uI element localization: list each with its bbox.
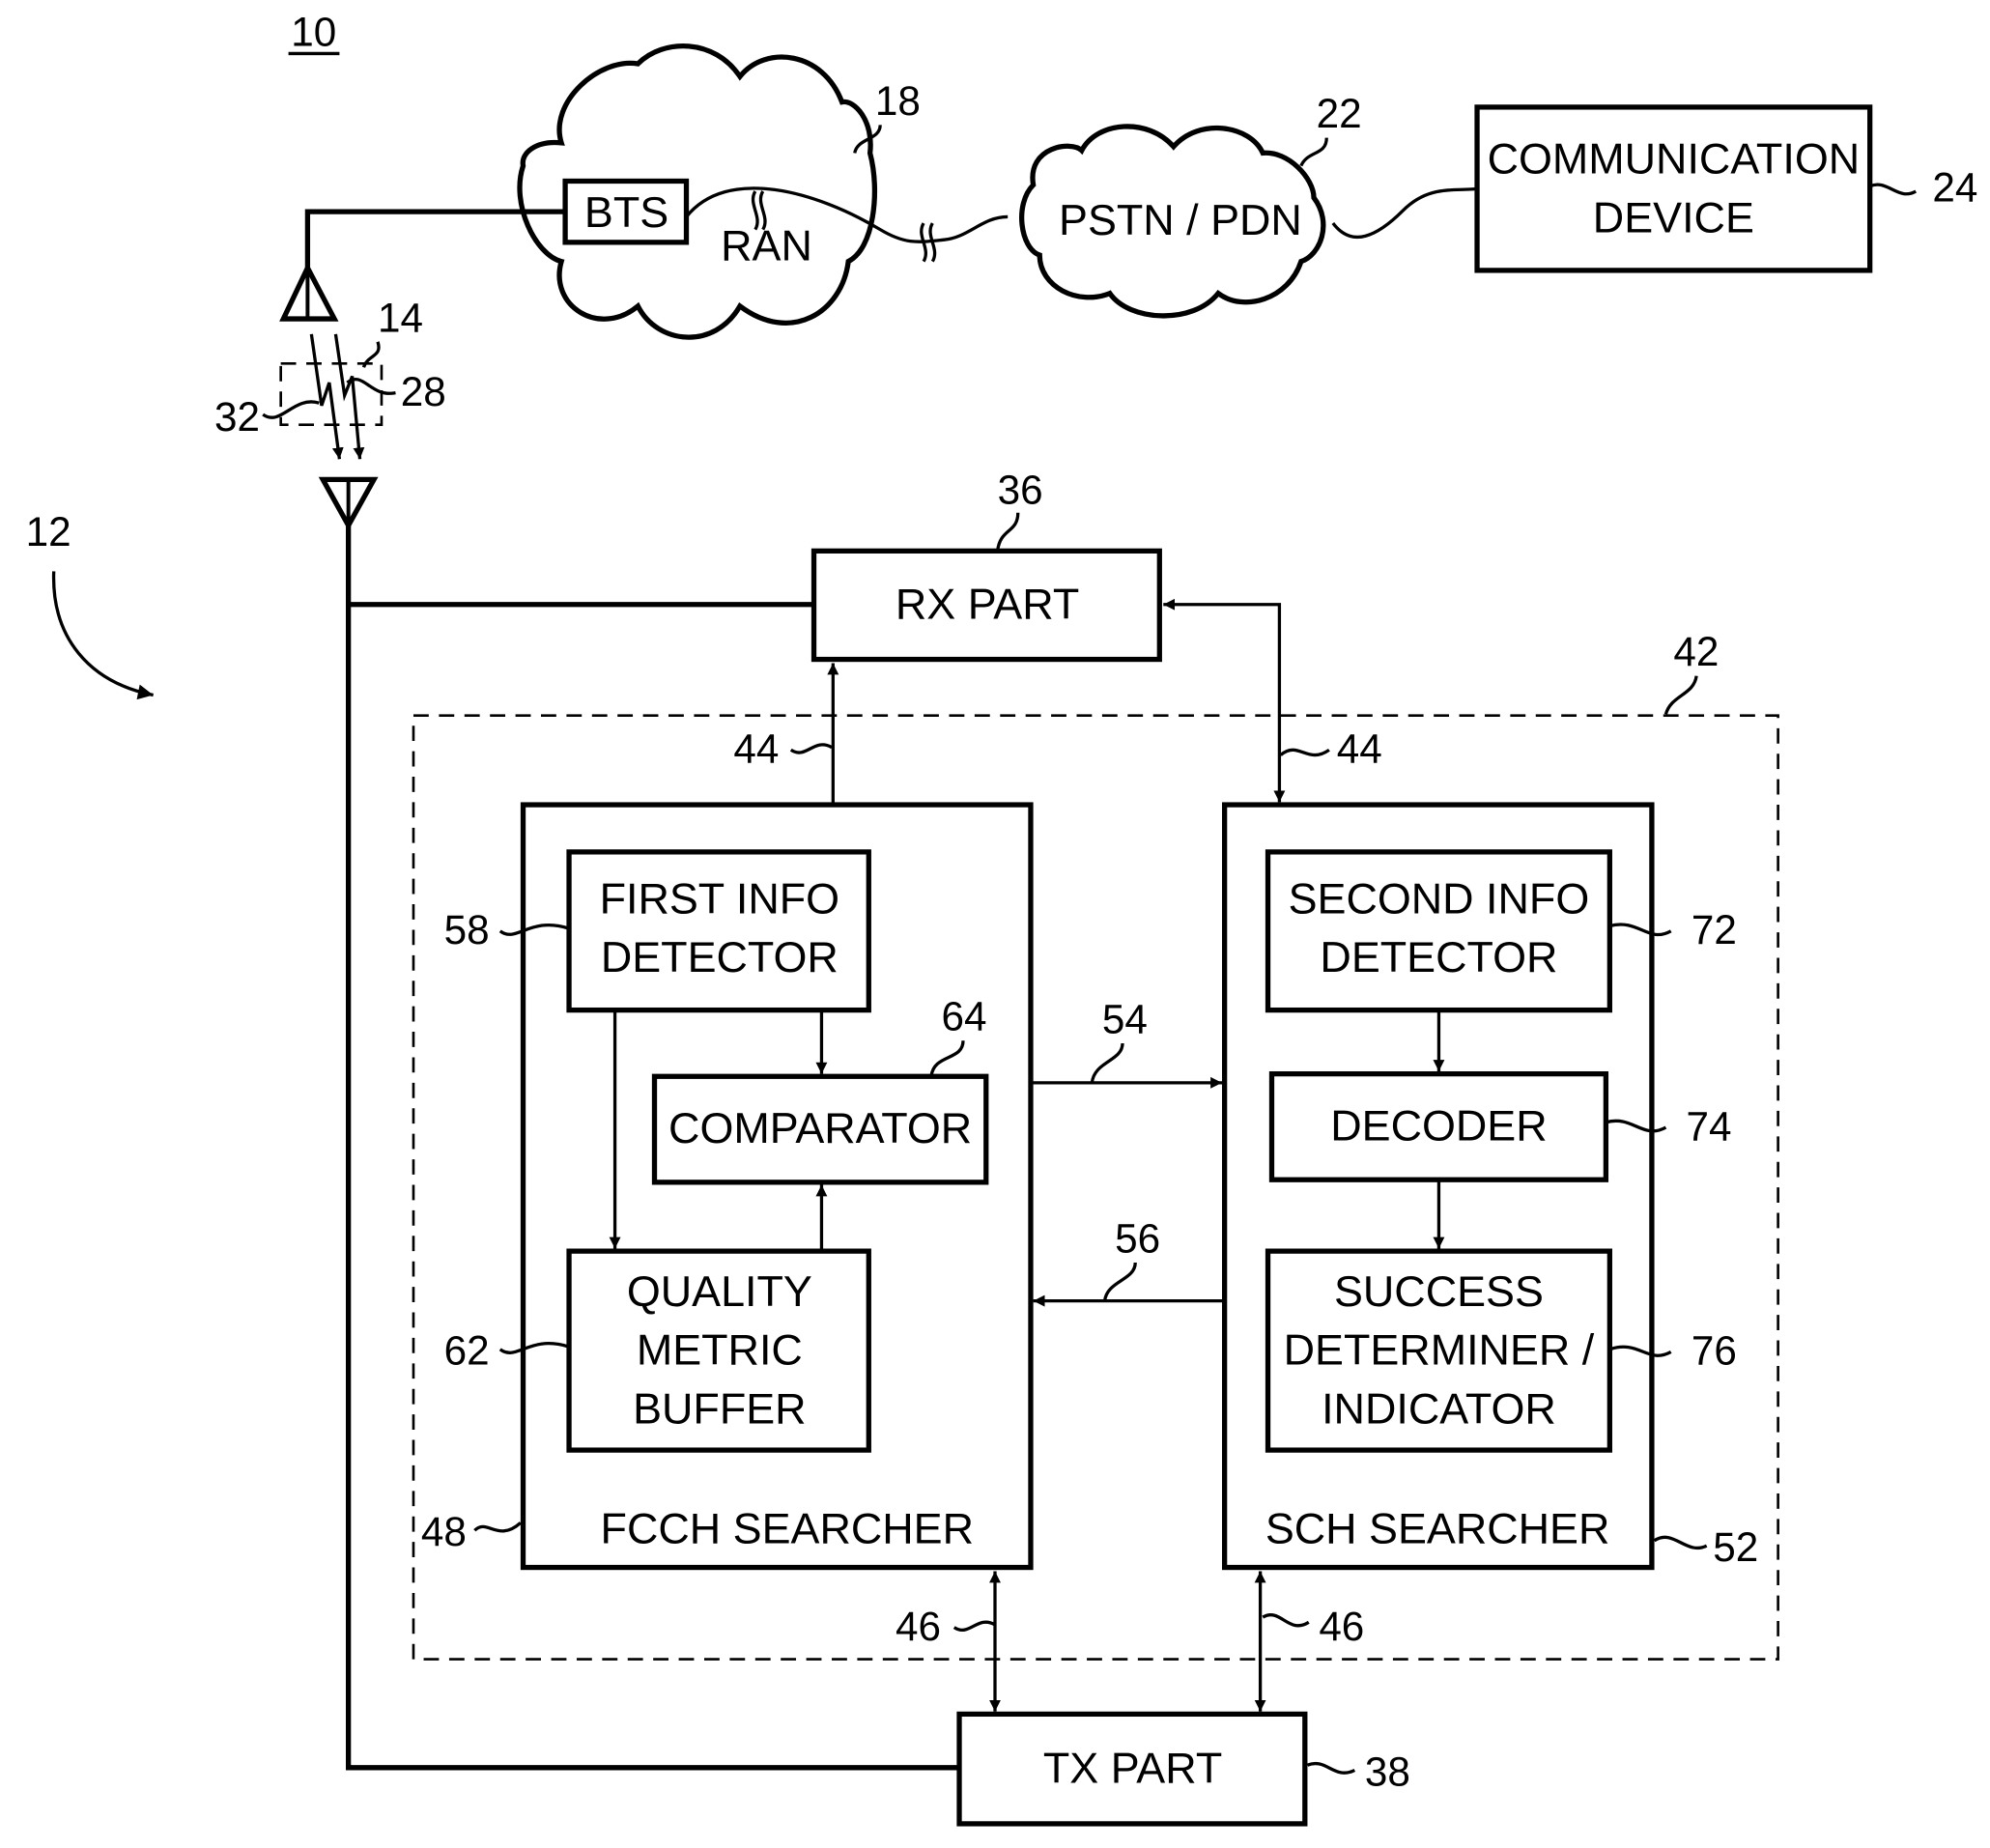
ref-22: 22 bbox=[1317, 91, 1362, 136]
svg-text:FCCH SEARCHER: FCCH SEARCHER bbox=[601, 1503, 974, 1552]
svg-text:QUALITY: QUALITY bbox=[627, 1266, 812, 1316]
svg-text:BTS: BTS bbox=[584, 187, 668, 237]
rx-part-box: RX PART bbox=[810, 548, 1162, 663]
svg-text:DETECTOR: DETECTOR bbox=[1320, 932, 1557, 981]
figure-number: 10 bbox=[288, 10, 340, 56]
bts-antenna-icon bbox=[279, 262, 339, 322]
ref-48: 48 bbox=[421, 1509, 467, 1554]
svg-text:TX PART: TX PART bbox=[1043, 1744, 1222, 1793]
svg-text:DECODER: DECODER bbox=[1330, 1100, 1547, 1150]
ref-62: 62 bbox=[444, 1328, 490, 1374]
leader-44 bbox=[789, 743, 833, 754]
leader-32 bbox=[262, 400, 320, 419]
ref-56: 56 bbox=[1115, 1215, 1160, 1261]
svg-text:COMMUNICATION: COMMUNICATION bbox=[1488, 134, 1861, 184]
svg-text:SUCCESS: SUCCESS bbox=[1334, 1266, 1544, 1316]
leader-36 bbox=[996, 512, 1020, 552]
svg-text:METRIC: METRIC bbox=[637, 1325, 803, 1375]
svg-text:SCH SEARCHER: SCH SEARCHER bbox=[1265, 1503, 1610, 1552]
ref-72: 72 bbox=[1692, 907, 1737, 952]
bts-box: BTS bbox=[562, 178, 690, 245]
leader-22 bbox=[1299, 137, 1328, 167]
ref-58: 58 bbox=[444, 907, 490, 952]
ref-36: 36 bbox=[998, 467, 1043, 512]
svg-text:RX PART: RX PART bbox=[896, 579, 1079, 628]
leader-48 bbox=[473, 1521, 522, 1533]
ref-74: 74 bbox=[1687, 1103, 1732, 1149]
decoder-box: DECODER bbox=[1268, 1070, 1609, 1182]
ref-76: 76 bbox=[1692, 1328, 1737, 1374]
tx-part-box: TX PART bbox=[956, 1711, 1308, 1827]
pointer-12 bbox=[52, 571, 154, 700]
ref-24: 24 bbox=[1932, 165, 1977, 211]
second-info-detector-box: SECOND INFO DETECTOR bbox=[1265, 849, 1612, 1013]
svg-text:INDICATOR: INDICATOR bbox=[1322, 1383, 1556, 1433]
svg-text:DEVICE: DEVICE bbox=[1593, 192, 1754, 242]
leader-54 bbox=[1090, 1042, 1124, 1084]
ref-44-right: 44 bbox=[1337, 725, 1382, 771]
svg-text:BUFFER: BUFFER bbox=[633, 1383, 807, 1433]
svg-text:SECOND INFO: SECOND INFO bbox=[1289, 873, 1590, 923]
success-determiner-box: SUCCESS DETERMINER / INDICATOR bbox=[1265, 1248, 1612, 1453]
ref-38: 38 bbox=[1365, 1748, 1410, 1794]
ref-64: 64 bbox=[942, 994, 987, 1039]
ref-44-left: 44 bbox=[733, 725, 779, 771]
radio-link bbox=[279, 333, 384, 460]
leader-56 bbox=[1102, 1262, 1137, 1302]
ref-52: 52 bbox=[1713, 1524, 1758, 1570]
leader-38 bbox=[1306, 1761, 1356, 1775]
ref-54: 54 bbox=[1102, 996, 1148, 1041]
leader-42 bbox=[1663, 675, 1698, 715]
ref-46-left: 46 bbox=[896, 1604, 941, 1649]
comparator-box: COMPARATOR bbox=[651, 1073, 989, 1185]
svg-text:FIRST INFO: FIRST INFO bbox=[600, 873, 839, 923]
mobile-antenna-icon bbox=[318, 476, 379, 531]
svg-text:DETERMINER /: DETERMINER / bbox=[1284, 1325, 1595, 1375]
leader-46 bbox=[1262, 1613, 1310, 1628]
ref-18: 18 bbox=[875, 78, 921, 124]
svg-text:RAN: RAN bbox=[721, 220, 812, 270]
ref-14: 14 bbox=[378, 295, 423, 340]
ref-28: 28 bbox=[401, 369, 446, 414]
pstn-cloud: PSTN / PDN bbox=[1019, 124, 1326, 319]
ref-42: 42 bbox=[1673, 629, 1719, 674]
quality-metric-buffer-box: QUALITY METRIC BUFFER bbox=[566, 1248, 871, 1453]
svg-text:COMPARATOR: COMPARATOR bbox=[668, 1103, 972, 1152]
svg-text:10: 10 bbox=[291, 10, 336, 55]
patent-diagram: 10 RAN BTS 18 PSTN / PDN 22 COMMUNICATIO… bbox=[26, 10, 1977, 1827]
leader-44 bbox=[1279, 748, 1330, 757]
first-info-detector-box: FIRST INFO DETECTOR bbox=[566, 849, 871, 1013]
leader-24 bbox=[1869, 183, 1918, 196]
leader-52 bbox=[1653, 1535, 1708, 1549]
ref-12: 12 bbox=[26, 509, 71, 554]
rx-sch-link bbox=[1163, 598, 1286, 803]
ref-46-right: 46 bbox=[1319, 1604, 1364, 1649]
svg-text:DETECTOR: DETECTOR bbox=[601, 932, 839, 981]
communication-device-box: COMMUNICATION DEVICE bbox=[1474, 104, 1873, 273]
leader-46 bbox=[952, 1620, 996, 1632]
svg-text:PSTN / PDN: PSTN / PDN bbox=[1059, 195, 1302, 244]
ref-32: 32 bbox=[214, 394, 260, 440]
pstn-device-link bbox=[1331, 186, 1478, 240]
